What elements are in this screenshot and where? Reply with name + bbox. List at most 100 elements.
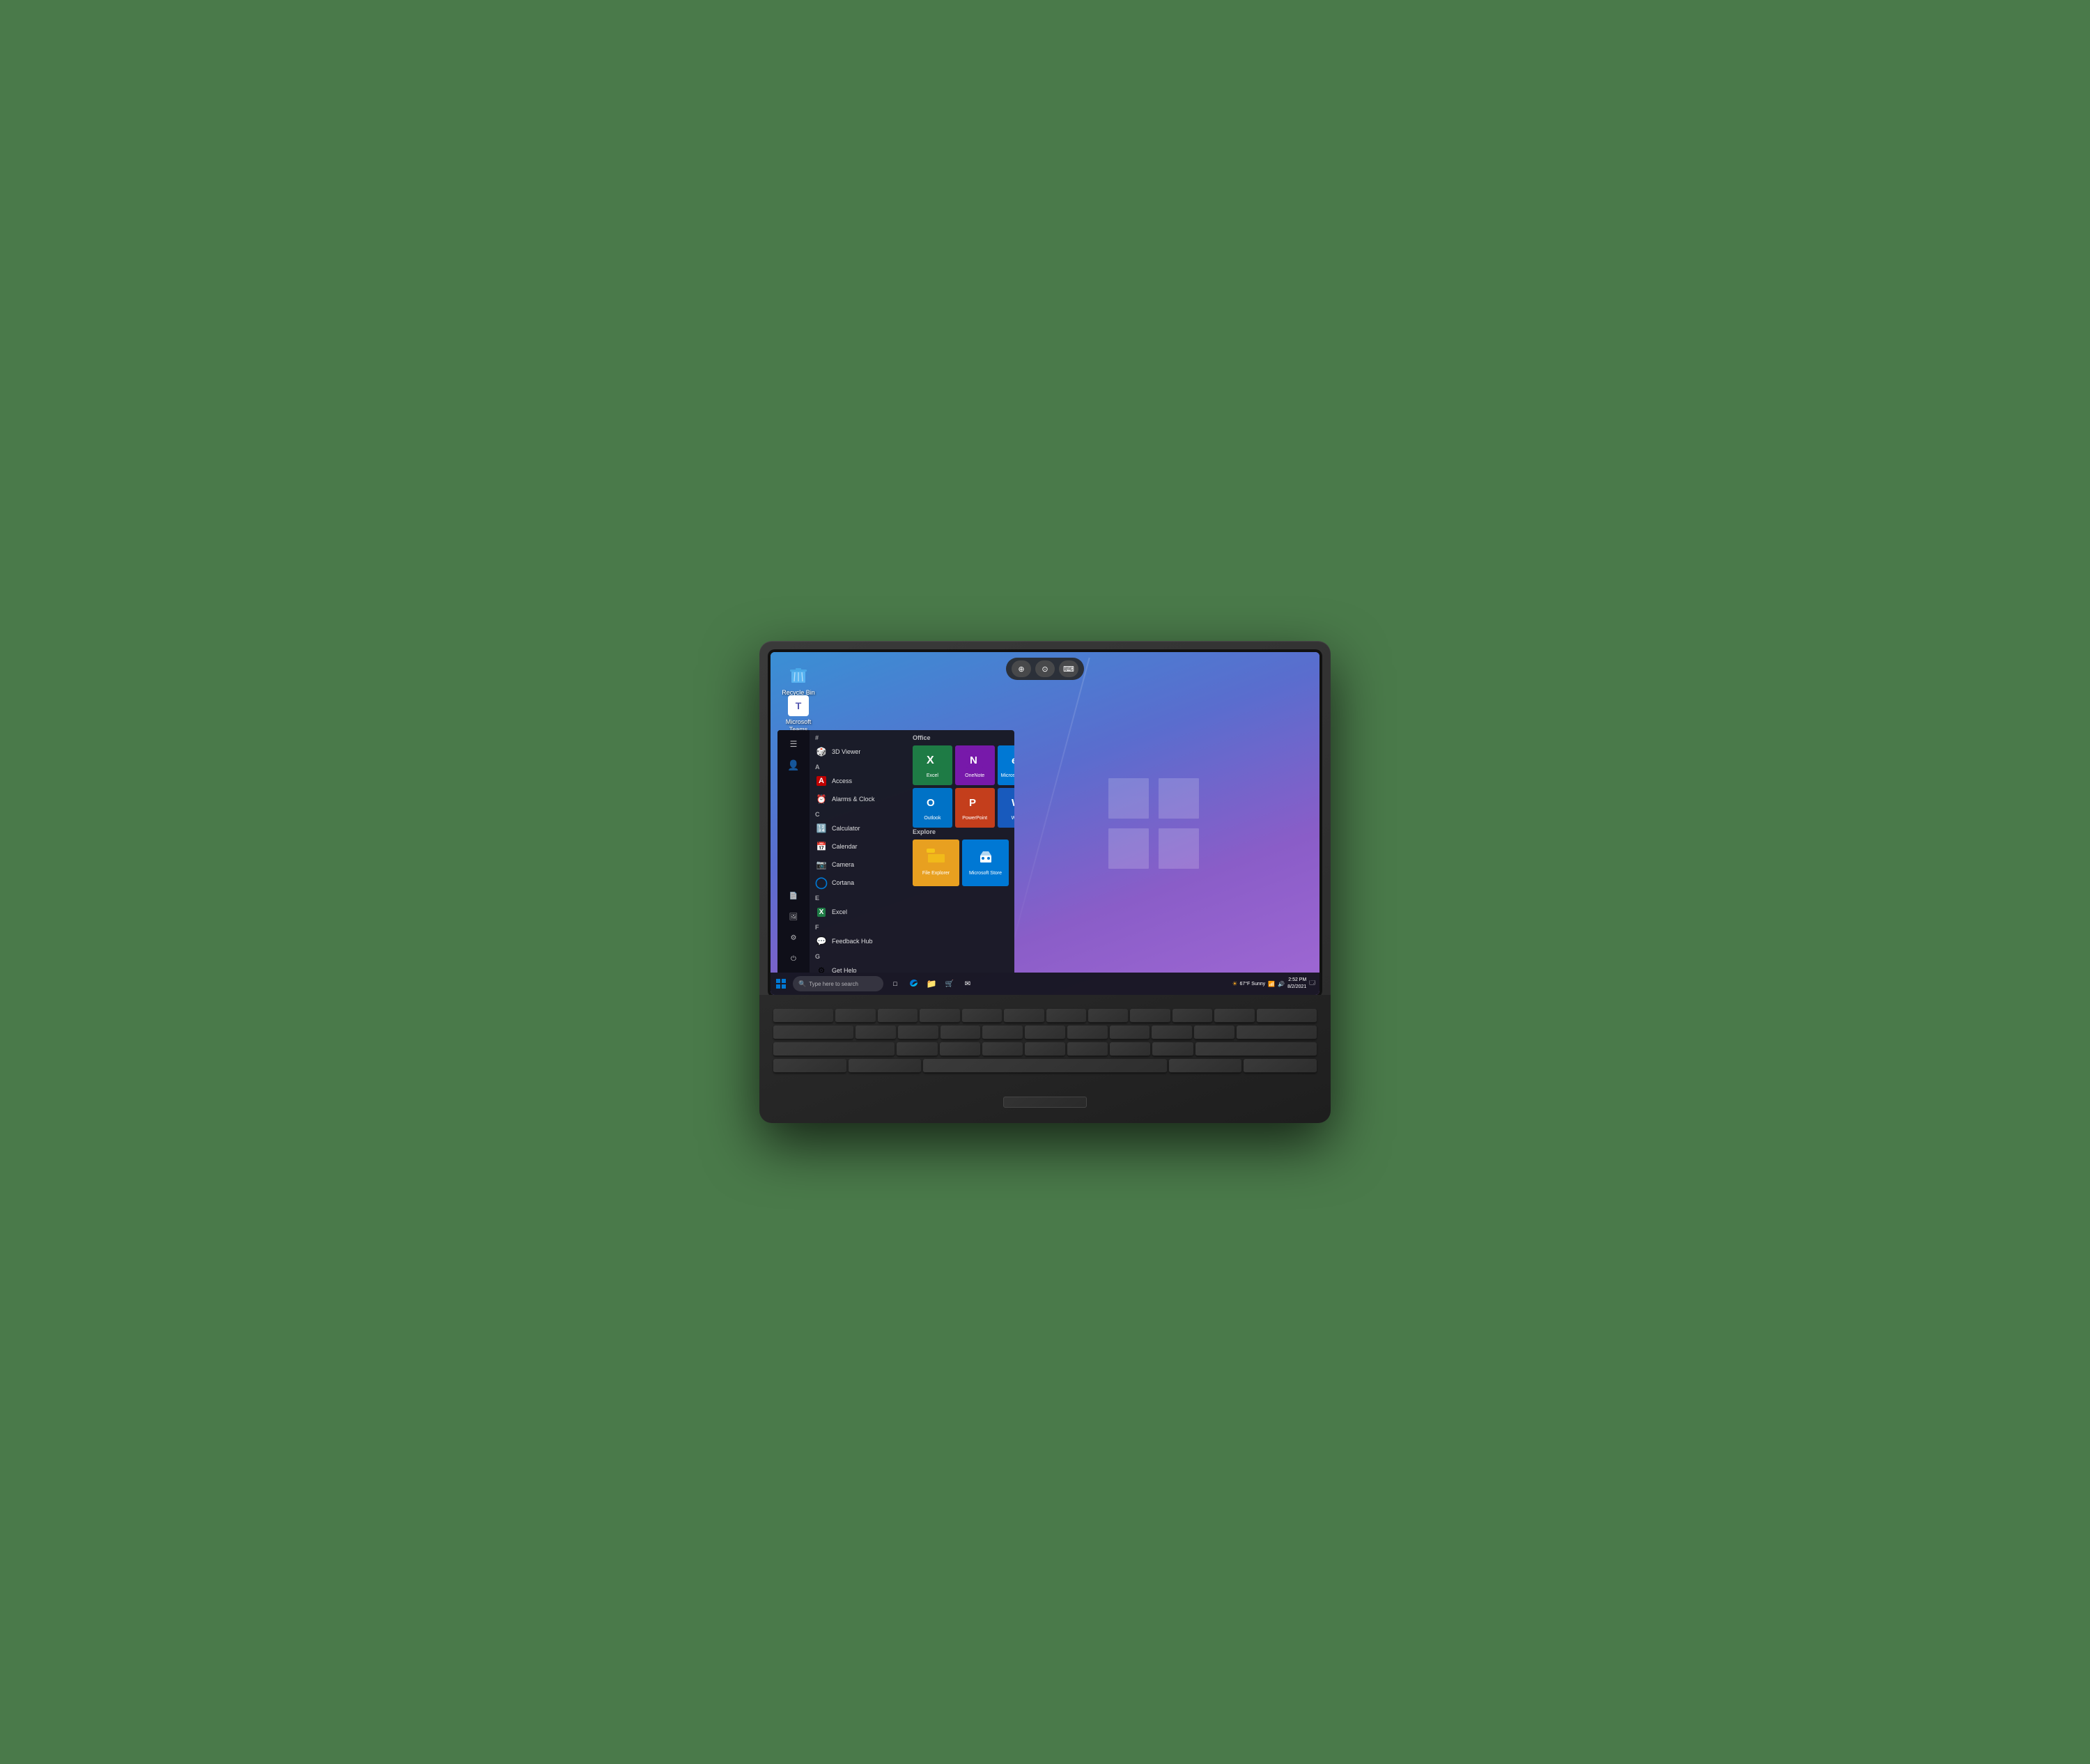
hamburger-button[interactable]: ☰	[781, 734, 806, 754]
power-button[interactable]: ⏻	[781, 949, 806, 968]
3d-viewer-icon: 🎲	[815, 745, 828, 758]
word-tile[interactable]: W Word	[998, 788, 1014, 828]
key-z[interactable]	[897, 1042, 937, 1056]
key-b[interactable]	[1067, 1042, 1108, 1056]
app-list[interactable]: # 🎲 3D Viewer A A Access	[810, 730, 907, 973]
excel-tile[interactable]: X Excel	[913, 745, 952, 785]
explorer-taskbar-icon[interactable]: 📁	[924, 976, 939, 991]
volume-icon: 🔊	[1278, 981, 1285, 987]
recycle-bin-icon[interactable]: Recycle Bin	[777, 662, 819, 697]
notification-icon[interactable]: 🗔	[1309, 979, 1315, 989]
key-shift-r[interactable]	[1195, 1042, 1317, 1056]
key-p[interactable]	[1214, 1009, 1254, 1023]
floating-toolbar: ⊕ ⊙ ⌨	[1006, 658, 1084, 680]
edge-taskbar-icon[interactable]	[906, 976, 921, 991]
key-v[interactable]	[1025, 1042, 1065, 1056]
taskbar-app-icons: □ 📁 🛒 ✉	[888, 976, 975, 991]
key-q[interactable]	[835, 1009, 875, 1023]
key-d[interactable]	[940, 1026, 981, 1039]
desktop: ⊕ ⊙ ⌨	[771, 652, 1319, 995]
powerpoint-tile[interactable]: P PowerPoint	[955, 788, 995, 828]
weather-icon: ☀	[1232, 980, 1237, 988]
store-taskbar-icon[interactable]: 🛒	[942, 976, 957, 991]
camera-label: Camera	[832, 861, 854, 868]
task-view-button[interactable]: □	[888, 976, 903, 991]
key-caps[interactable]	[773, 1026, 853, 1039]
key-y[interactable]	[1046, 1009, 1086, 1023]
app-calendar[interactable]: 📅 Calendar	[810, 837, 907, 856]
store-tile[interactable]: Microsoft Store	[962, 840, 1009, 886]
key-ctrl-r[interactable]	[1244, 1059, 1317, 1073]
tiles-panel: Office X Excel	[907, 730, 1014, 973]
search-bar[interactable]: 🔍 Type here to search	[793, 976, 883, 991]
zoom-button[interactable]: ⊕	[1012, 660, 1031, 677]
key-enter[interactable]	[1237, 1026, 1317, 1039]
trackpad[interactable]	[1003, 1097, 1087, 1108]
outlook-tile[interactable]: O Outlook	[913, 788, 952, 828]
key-j[interactable]	[1110, 1026, 1150, 1039]
key-x[interactable]	[940, 1042, 980, 1056]
key-row-2	[773, 1026, 1317, 1039]
key-s[interactable]	[898, 1026, 938, 1039]
key-alt[interactable]	[849, 1059, 922, 1073]
key-t[interactable]	[1004, 1009, 1044, 1023]
excel-list-label: Excel	[832, 908, 847, 915]
teams-image: T	[788, 695, 809, 716]
mail-taskbar-icon[interactable]: ✉	[960, 976, 975, 991]
office-tiles-grid: X Excel N	[913, 745, 1009, 821]
key-c[interactable]	[982, 1042, 1023, 1056]
app-gethelp[interactable]: ⚙ Get Help	[810, 961, 907, 973]
keyboard-button[interactable]: ⌨	[1059, 660, 1078, 677]
start-menu: ☰ 👤 📄 🖼 ⚙ ⏻ # 🎲 3D Viewer	[777, 730, 1014, 973]
settings-sidebar-button[interactable]: ⚙	[781, 928, 806, 947]
taskbar: 🔍 Type here to search □ 📁 🛒	[771, 973, 1319, 995]
key-shift-l[interactable]	[773, 1042, 895, 1056]
key-a[interactable]	[856, 1026, 896, 1039]
weather-badge[interactable]: ☀ 67°F Sunny	[1232, 980, 1265, 988]
start-button[interactable]	[771, 973, 791, 995]
key-o[interactable]	[1172, 1009, 1212, 1023]
edge-tile[interactable]: e Microsoft Edge	[998, 745, 1014, 785]
key-e[interactable]	[920, 1009, 959, 1023]
key-n[interactable]	[1110, 1042, 1150, 1056]
key-i[interactable]	[1130, 1009, 1170, 1023]
powerpoint-tile-icon: P	[966, 794, 983, 814]
key-ctrl[interactable]	[773, 1059, 846, 1073]
photos-button[interactable]: 🖼	[781, 907, 806, 927]
app-feedback[interactable]: 💬 Feedback Hub	[810, 932, 907, 950]
app-excel[interactable]: X Excel	[810, 903, 907, 921]
screen: ⊕ ⊙ ⌨	[771, 652, 1319, 995]
clock[interactable]: 2:52 PM 8/2/2021	[1287, 977, 1306, 991]
documents-button[interactable]: 📄	[781, 886, 806, 906]
key-l[interactable]	[1194, 1026, 1234, 1039]
app-cortana[interactable]: ◯ Cortana	[810, 874, 907, 892]
key-g[interactable]	[1025, 1026, 1065, 1039]
app-3d-viewer[interactable]: 🎲 3D Viewer	[810, 743, 907, 761]
teams-icon[interactable]: T Microsoft Teams	[777, 695, 819, 734]
onenote-tile[interactable]: N OneNote	[955, 745, 995, 785]
key-backspace[interactable]	[1257, 1009, 1317, 1023]
key-space-l	[923, 1059, 1166, 1073]
key-r[interactable]	[962, 1009, 1002, 1023]
key-w[interactable]	[878, 1009, 918, 1023]
app-alarms[interactable]: ⏰ Alarms & Clock	[810, 790, 907, 808]
key-k[interactable]	[1152, 1026, 1192, 1039]
key-f[interactable]	[982, 1026, 1023, 1039]
office-section-header: Office	[913, 734, 1009, 741]
user-button[interactable]: 👤	[781, 755, 806, 775]
keyboard	[759, 995, 1331, 1123]
app-calculator[interactable]: 🔢 Calculator	[810, 819, 907, 837]
file-explorer-tile[interactable]: File Explorer	[913, 840, 959, 886]
key-u[interactable]	[1088, 1009, 1128, 1023]
section-header-g: G	[810, 950, 907, 961]
app-camera[interactable]: 📷 Camera	[810, 856, 907, 874]
file-explorer-tile-label: File Explorer	[922, 871, 950, 876]
key-alt-r[interactable]	[1169, 1059, 1242, 1073]
remote-button[interactable]: ⊙	[1035, 660, 1055, 677]
key-tab[interactable]	[773, 1009, 833, 1023]
svg-text:X: X	[927, 755, 934, 766]
key-h[interactable]	[1067, 1026, 1108, 1039]
time-display: 2:52 PM	[1287, 977, 1306, 984]
app-access[interactable]: A Access	[810, 772, 907, 790]
key-m[interactable]	[1152, 1042, 1193, 1056]
